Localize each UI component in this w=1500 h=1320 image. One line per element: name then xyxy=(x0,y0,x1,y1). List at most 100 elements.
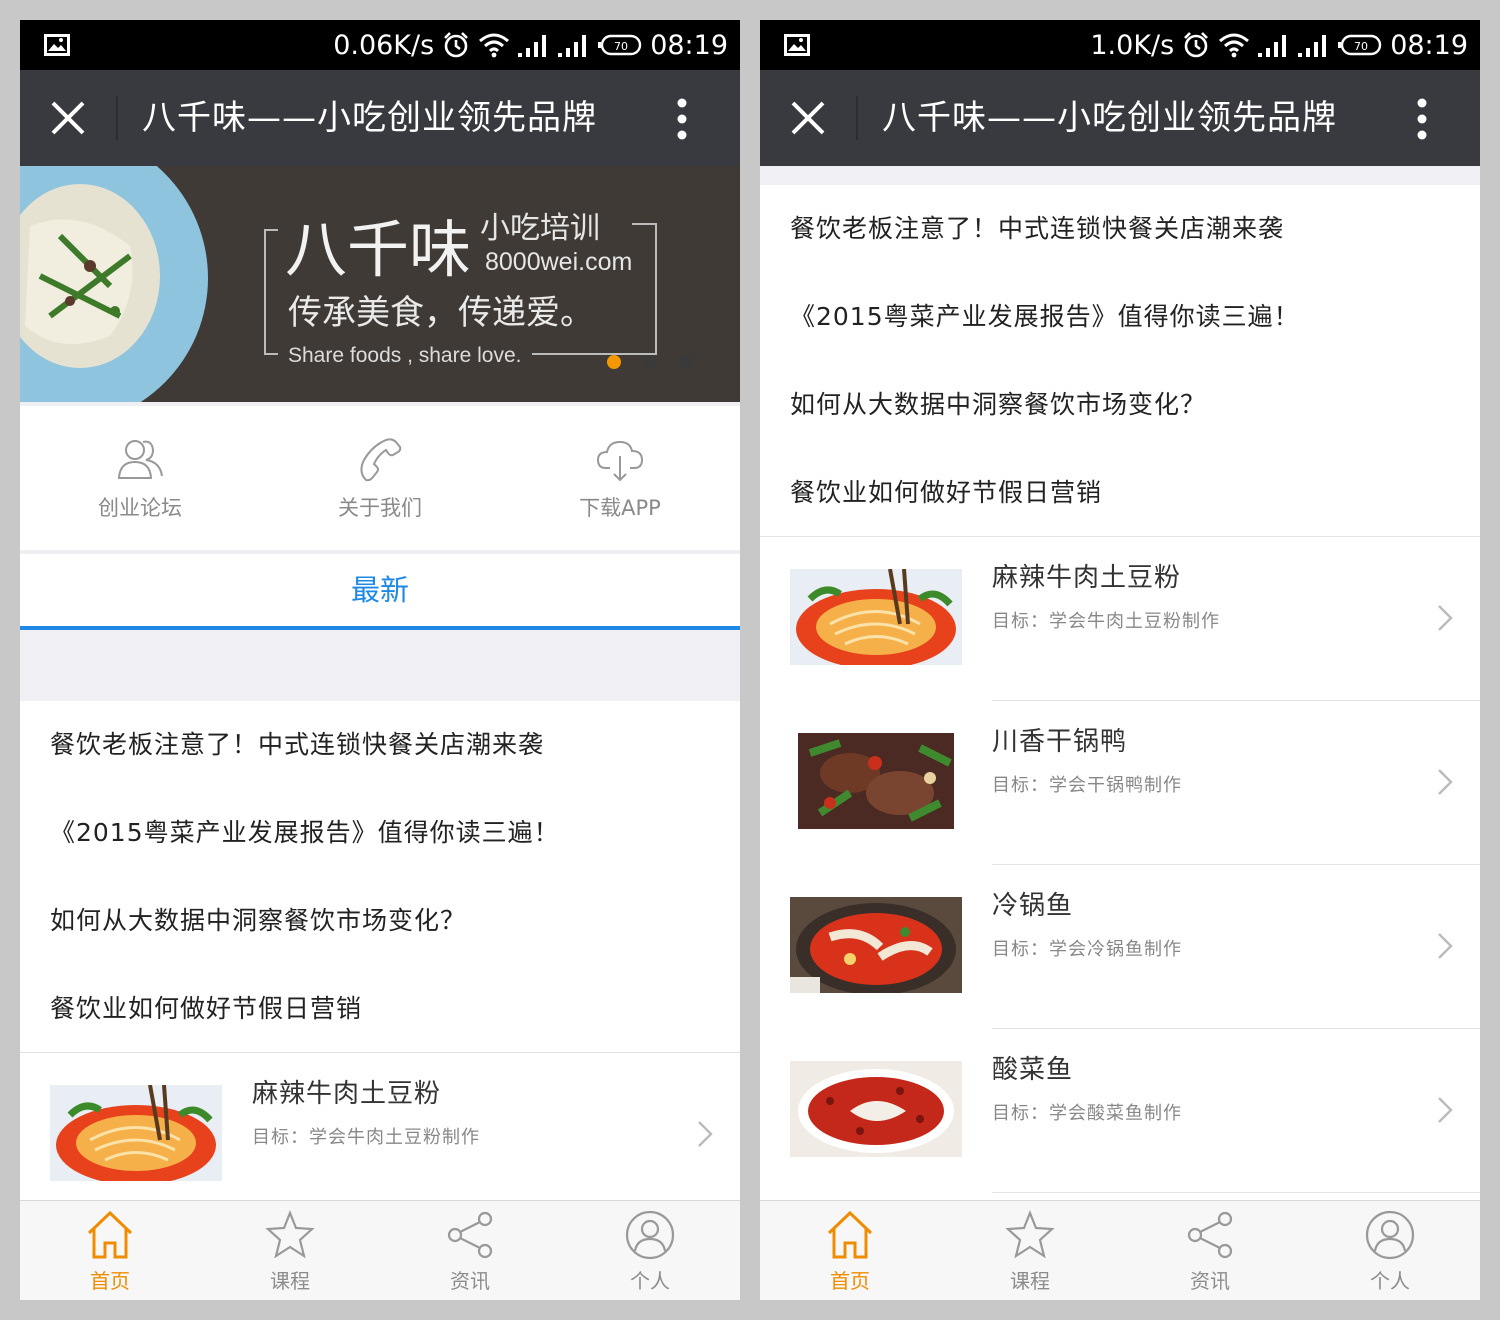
star-icon xyxy=(1005,1210,1055,1259)
battery-icon: 70 xyxy=(598,34,642,56)
course-thumbnail xyxy=(50,1085,222,1181)
tab-news[interactable]: 资讯 xyxy=(380,1201,560,1300)
course-goal: 目标：学会牛肉土豆粉制作 xyxy=(992,611,1220,632)
top-navbar: 八千味——小吃创业领先品牌 xyxy=(20,70,740,166)
tab-label: 课程 xyxy=(270,1269,310,1293)
news-list: 餐饮老板注意了！中式连锁快餐关店潮来袭 《2015粤菜产业发展报告》值得你读三遍… xyxy=(760,185,1480,537)
signal-icon-2 xyxy=(558,35,587,57)
quick-link-label: 创业论坛 xyxy=(98,496,182,520)
carousel-dot-2[interactable] xyxy=(643,355,657,369)
signal-icon-1 xyxy=(518,35,547,57)
tab-label: 个人 xyxy=(1370,1269,1410,1293)
chevron-right-icon xyxy=(1438,769,1453,795)
news-list: 餐饮老板注意了！中式连锁快餐关店潮来袭 《2015粤菜产业发展报告》值得你读三遍… xyxy=(20,701,740,1053)
tab-home[interactable]: 首页 xyxy=(760,1201,940,1300)
course-thumbnail xyxy=(790,1061,962,1157)
news-item[interactable]: 餐饮老板注意了！中式连锁快餐关店潮来袭 xyxy=(20,701,740,789)
share-icon xyxy=(1187,1211,1233,1259)
status-bar: 1.0K/s 70 08:19 xyxy=(760,20,1480,70)
tab-profile[interactable]: 个人 xyxy=(560,1201,740,1300)
tab-label: 资讯 xyxy=(1190,1269,1230,1293)
quick-link-label: 下载APP xyxy=(579,496,661,520)
tab-news[interactable]: 资讯 xyxy=(1120,1201,1300,1300)
course-goal: 目标：学会冷锅鱼制作 xyxy=(992,939,1182,960)
bottom-tabbar: 首页 课程 资讯 个人 xyxy=(760,1200,1480,1300)
course-item[interactable]: 酸菜鱼 目标：学会酸菜鱼制作 xyxy=(760,1029,1480,1193)
news-item[interactable]: 《2015粤菜产业发展报告》值得你读三遍！ xyxy=(20,789,740,877)
tab-label: 首页 xyxy=(830,1269,870,1293)
page-title: 八千味——小吃创业领先品牌 xyxy=(142,98,597,138)
tab-label: 个人 xyxy=(630,1269,670,1293)
banner-subtitle: 小吃培训 xyxy=(480,211,600,246)
signal-icon-2 xyxy=(1298,35,1327,57)
course-item[interactable]: 麻辣牛肉土豆粉 目标：学会牛肉土豆粉制作 xyxy=(760,537,1480,701)
network-speed: 0.06K/s xyxy=(333,29,435,61)
home-icon xyxy=(827,1210,873,1259)
more-options-icon[interactable] xyxy=(1416,98,1428,140)
carousel-dot-1[interactable] xyxy=(607,355,621,369)
svg-text:70: 70 xyxy=(614,40,628,53)
cloud-download-icon xyxy=(596,440,644,482)
network-speed: 1.0K/s xyxy=(1090,29,1175,61)
clock: 08:19 xyxy=(650,29,728,61)
course-title: 冷锅鱼 xyxy=(992,891,1074,921)
close-icon[interactable] xyxy=(790,100,826,136)
chevron-right-icon xyxy=(1438,1097,1453,1123)
news-item[interactable]: 餐饮老板注意了！中式连锁快餐关店潮来袭 xyxy=(760,185,1480,273)
home-icon xyxy=(87,1210,133,1259)
close-icon[interactable] xyxy=(50,100,86,136)
tab-home[interactable]: 首页 xyxy=(20,1201,200,1300)
banner-carousel[interactable]: 八千味 小吃培训 8000wei.com 传承美食，传递爱。 Share foo… xyxy=(20,166,740,402)
course-item[interactable]: 川香干锅鸭 目标：学会干锅鸭制作 xyxy=(760,701,1480,865)
bottom-tabbar: 首页 课程 资讯 个人 xyxy=(20,1200,740,1300)
more-options-icon[interactable] xyxy=(676,98,688,140)
gallery-notification-icon xyxy=(44,34,70,56)
user-icon xyxy=(625,1210,675,1260)
signal-icon-1 xyxy=(1258,35,1287,57)
tab-courses[interactable]: 课程 xyxy=(200,1201,380,1300)
wifi-icon xyxy=(479,33,510,58)
phone-icon xyxy=(360,438,402,482)
alarm-icon xyxy=(1184,32,1209,58)
course-title: 麻辣牛肉土豆粉 xyxy=(252,1079,442,1109)
news-item[interactable]: 如何从大数据中洞察餐饮市场变化？ xyxy=(760,361,1480,449)
star-icon xyxy=(265,1210,315,1259)
course-item[interactable]: 冷锅鱼 目标：学会冷锅鱼制作 xyxy=(760,865,1480,1029)
course-list: 麻辣牛肉土豆粉 目标：学会牛肉土豆粉制作 川香干锅鸭 目标：学会干锅鸭制作 冷锅… xyxy=(760,536,1480,1201)
news-item[interactable]: 如何从大数据中洞察餐饮市场变化？ xyxy=(20,877,740,965)
tab-label: 首页 xyxy=(90,1269,130,1293)
course-thumbnail xyxy=(790,733,962,829)
quick-link-download[interactable]: 下载APP xyxy=(500,406,740,550)
page-title: 八千味——小吃创业领先品牌 xyxy=(882,98,1337,138)
course-thumbnail xyxy=(790,897,962,993)
course-item[interactable]: 麻辣牛肉土豆粉 目标：学会牛肉土豆粉制作 xyxy=(20,1053,740,1201)
quick-link-forum[interactable]: 创业论坛 xyxy=(20,406,260,550)
course-goal: 目标：学会牛肉土豆粉制作 xyxy=(252,1127,480,1148)
news-item[interactable]: 《2015粤菜产业发展报告》值得你读三遍！ xyxy=(760,273,1480,361)
tab-label: 资讯 xyxy=(450,1269,490,1293)
svg-text:70: 70 xyxy=(1354,40,1368,53)
tab-courses[interactable]: 课程 xyxy=(940,1201,1120,1300)
row-divider xyxy=(992,1192,1480,1193)
chevron-right-icon xyxy=(1438,933,1453,959)
news-item[interactable]: 餐饮业如何做好节假日营销 xyxy=(760,449,1480,537)
alarm-icon xyxy=(444,32,469,58)
course-title: 酸菜鱼 xyxy=(992,1055,1074,1085)
news-item[interactable]: 餐饮业如何做好节假日营销 xyxy=(20,965,740,1053)
carousel-dot-3[interactable] xyxy=(679,355,693,369)
users-icon xyxy=(117,440,163,479)
tab-profile[interactable]: 个人 xyxy=(1300,1201,1480,1300)
course-title: 川香干锅鸭 xyxy=(992,727,1128,757)
status-bar: 0.06K/s 70 08:19 xyxy=(20,20,740,70)
wifi-icon xyxy=(1219,33,1250,58)
chevron-right-icon xyxy=(698,1121,713,1147)
top-navbar: 八千味——小吃创业领先品牌 xyxy=(760,70,1480,166)
quick-link-about[interactable]: 关于我们 xyxy=(260,406,500,550)
quick-link-label: 关于我们 xyxy=(338,496,422,520)
tab-label: 课程 xyxy=(1010,1269,1050,1293)
course-goal: 目标：学会酸菜鱼制作 xyxy=(992,1103,1182,1124)
course-list: 麻辣牛肉土豆粉 目标：学会牛肉土豆粉制作 xyxy=(20,1052,740,1201)
user-icon xyxy=(1365,1210,1415,1260)
quick-links: 创业论坛 关于我们 下载APP xyxy=(20,406,740,550)
tab-latest[interactable]: 最新 xyxy=(20,554,740,630)
